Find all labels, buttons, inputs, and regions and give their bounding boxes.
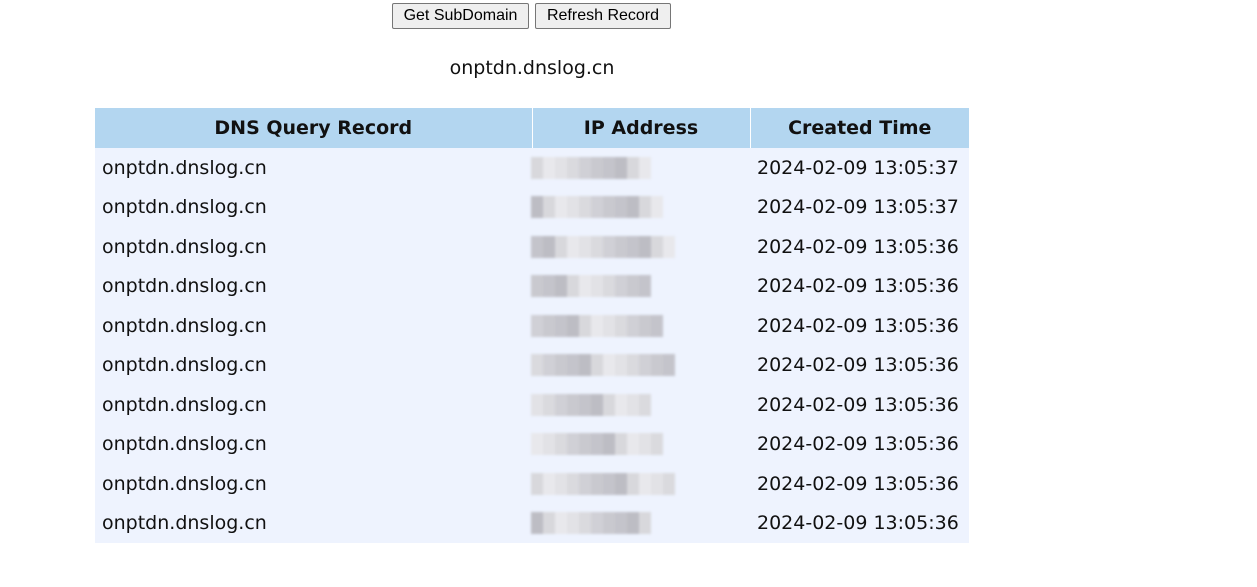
header-created-time: Created Time (750, 108, 969, 148)
dns-records-table: DNS Query Record IP Address Created Time… (95, 108, 969, 543)
ip-address-cell-redacted (531, 148, 750, 188)
dns-query-record-cell: onptdn.dnslog.cn (95, 266, 532, 306)
created-time-cell: 2024-02-09 13:05:36 (750, 345, 969, 385)
dns-query-record-cell: onptdn.dnslog.cn (95, 148, 532, 188)
table-row: onptdn.dnslog.cn 2024-02-09 13:05:36 (95, 464, 969, 504)
dns-query-record-cell: onptdn.dnslog.cn (95, 503, 532, 543)
pixelated-redaction (531, 354, 743, 377)
ip-address-cell-redacted (531, 266, 750, 306)
toolbar: Get SubDomain Refresh Record (392, 3, 671, 29)
pixelated-redaction (531, 196, 743, 219)
dns-query-record-cell: onptdn.dnslog.cn (95, 464, 532, 504)
table-row: onptdn.dnslog.cn 2024-02-09 13:05:36 (95, 345, 969, 385)
dns-query-record-cell: onptdn.dnslog.cn (95, 345, 532, 385)
created-time-cell: 2024-02-09 13:05:37 (750, 187, 969, 227)
header-dns-query-record: DNS Query Record (95, 108, 533, 148)
dns-query-record-cell: onptdn.dnslog.cn (95, 306, 532, 346)
table-row: onptdn.dnslog.cn 2024-02-09 13:05:36 (95, 424, 969, 464)
table-row: onptdn.dnslog.cn 2024-02-09 13:05:36 (95, 385, 969, 425)
table-row: onptdn.dnslog.cn 2024-02-09 13:05:36 (95, 227, 969, 267)
refresh-record-button[interactable]: Refresh Record (535, 3, 671, 29)
ip-address-cell-redacted (531, 345, 750, 385)
pixelated-redaction (531, 275, 743, 298)
table-row: onptdn.dnslog.cn 2024-02-09 13:05:36 (95, 503, 969, 543)
ip-address-cell-redacted (531, 187, 750, 227)
pixelated-redaction (531, 156, 743, 179)
subdomain-display: onptdn.dnslog.cn (449, 57, 615, 79)
get-subdomain-button[interactable]: Get SubDomain (392, 3, 529, 29)
pixelated-redaction (531, 314, 743, 337)
header-ip-address: IP Address (532, 108, 751, 148)
created-time-cell: 2024-02-09 13:05:36 (750, 503, 969, 543)
table-row: onptdn.dnslog.cn 2024-02-09 13:05:36 (95, 306, 969, 346)
created-time-cell: 2024-02-09 13:05:36 (750, 227, 969, 267)
pixelated-redaction (531, 512, 743, 535)
table-row: onptdn.dnslog.cn 2024-02-09 13:05:37 (95, 148, 969, 188)
ip-address-cell-redacted (531, 503, 750, 543)
pixelated-redaction (531, 472, 743, 495)
pixelated-redaction (531, 235, 743, 258)
created-time-cell: 2024-02-09 13:05:36 (750, 266, 969, 306)
created-time-cell: 2024-02-09 13:05:37 (750, 148, 969, 188)
created-time-cell: 2024-02-09 13:05:36 (750, 424, 969, 464)
pixelated-redaction (531, 393, 743, 416)
ip-address-cell-redacted (531, 227, 750, 267)
created-time-cell: 2024-02-09 13:05:36 (750, 306, 969, 346)
table-body: onptdn.dnslog.cn 2024-02-09 13:05:37 onptd… (95, 148, 969, 543)
ip-address-cell-redacted (531, 385, 750, 425)
ip-address-cell-redacted (531, 306, 750, 346)
table-row: onptdn.dnslog.cn 2024-02-09 13:05:36 (95, 266, 969, 306)
ip-address-cell-redacted (531, 424, 750, 464)
created-time-cell: 2024-02-09 13:05:36 (750, 385, 969, 425)
table-row: onptdn.dnslog.cn 2024-02-09 13:05:37 (95, 187, 969, 227)
ip-address-cell-redacted (531, 464, 750, 504)
dns-query-record-cell: onptdn.dnslog.cn (95, 424, 532, 464)
created-time-cell: 2024-02-09 13:05:36 (750, 464, 969, 504)
dns-query-record-cell: onptdn.dnslog.cn (95, 227, 532, 267)
dns-query-record-cell: onptdn.dnslog.cn (95, 385, 532, 425)
table-header-row: DNS Query Record IP Address Created Time (95, 108, 969, 148)
dns-query-record-cell: onptdn.dnslog.cn (95, 187, 532, 227)
pixelated-redaction (531, 433, 743, 456)
